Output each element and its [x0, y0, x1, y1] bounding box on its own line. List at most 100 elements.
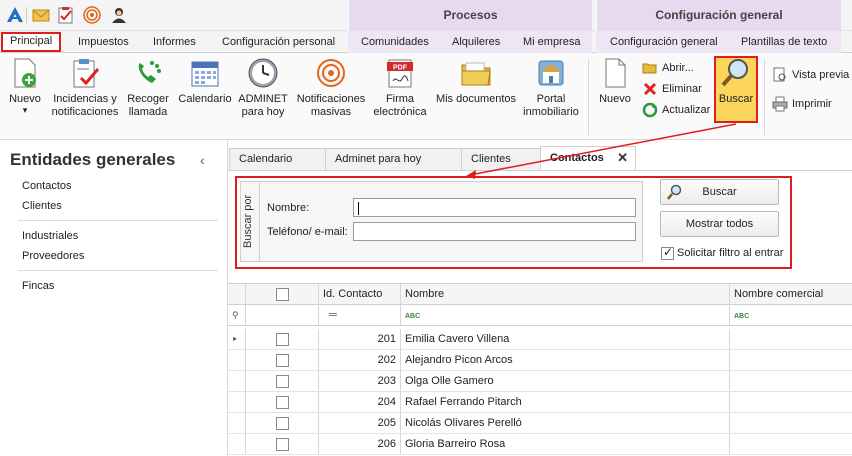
sidebar-divider — [18, 220, 218, 221]
row-checkbox[interactable] — [276, 333, 289, 346]
adminet-para-hoy-button[interactable]: ADMINET para hoy — [238, 57, 288, 119]
incidencias-button[interactable]: Incidencias y notificaciones — [50, 57, 120, 119]
tab-configuracion-personal[interactable]: Configuración personal — [222, 33, 335, 53]
cell-id: 201 — [319, 329, 401, 349]
portal-inmobiliario-button[interactable]: Portal inmobiliario — [521, 57, 581, 119]
imprimir-button[interactable]: Imprimir — [772, 95, 832, 113]
tab-impuestos[interactable]: Impuestos — [78, 33, 129, 53]
buscar-button[interactable]: Buscar — [660, 179, 779, 205]
row-checkbox[interactable] — [276, 396, 289, 409]
ribbon-separator — [588, 59, 589, 135]
tab-mi-empresa[interactable]: Mi empresa — [523, 33, 580, 53]
portal-label: Portal inmobiliario — [523, 93, 579, 118]
mis-documentos-label: Mis documentos — [435, 93, 517, 105]
sidebar: Entidades generales ‹ Contactos Clientes… — [0, 140, 228, 456]
row-select-cell — [246, 434, 319, 454]
row-checkbox[interactable] — [276, 354, 289, 367]
svg-text:PDF: PDF — [393, 65, 408, 72]
text-filter-icon: ABC — [405, 313, 421, 320]
tasks-icon[interactable] — [57, 6, 75, 24]
tab-principal[interactable]: Principal — [1, 32, 62, 52]
user-avatar-icon[interactable] — [110, 6, 128, 24]
row-indicator — [228, 350, 246, 370]
table-row[interactable]: 205 Nicolás Olivares Perelló — [228, 413, 852, 434]
tab-comunidades[interactable]: Comunidades — [361, 33, 429, 53]
solicitar-filtro-checkbox[interactable] — [661, 245, 674, 260]
delete-icon — [643, 83, 657, 96]
telefono-email-input[interactable] — [353, 222, 636, 241]
telefono-label: Teléfono/ e-mail: — [267, 226, 348, 238]
cell-nombre-comercial — [730, 392, 852, 412]
cell-nombre: Nicolás Olivares Perelló — [401, 413, 730, 433]
filter-cell-id[interactable]: ═ — [319, 305, 401, 325]
abrir-button[interactable]: Abrir... — [642, 59, 694, 77]
calendario-button[interactable]: Calendario — [177, 57, 233, 106]
column-header-nombre-comercial[interactable]: Nombre comercial — [730, 284, 852, 304]
table-row[interactable]: 203 Olga Olle Gamero — [228, 371, 852, 392]
filter-cell-nombre[interactable]: ABC — [401, 305, 730, 325]
row-indicator — [228, 434, 246, 454]
tab-informes[interactable]: Informes — [153, 33, 196, 53]
cell-nombre-comercial — [730, 329, 852, 349]
buscar-ribbon-button[interactable]: Buscar — [714, 57, 758, 106]
firma-label: Firma electrónica — [373, 93, 427, 118]
toolbar-separator — [26, 7, 27, 23]
mail-icon[interactable] — [32, 6, 50, 24]
row-indicator — [228, 392, 246, 412]
mostrar-todos-button[interactable]: Mostrar todos — [660, 211, 779, 237]
doc-tab-contactos[interactable]: Contactos ✕ — [540, 146, 636, 171]
sidebar-item-industriales[interactable]: Industriales — [22, 230, 78, 242]
vista-previa-button[interactable]: Vista previa — [772, 66, 849, 84]
select-all-checkbox[interactable] — [276, 288, 289, 301]
table-row[interactable]: ▸ 201 Emilia Cavero Villena — [228, 329, 852, 350]
quick-access-toolbar: Procesos Configuración general — [0, 0, 852, 31]
recoger-llamada-button[interactable]: Recoger llamada — [124, 57, 172, 119]
filter-cell-comercial[interactable]: ABC — [730, 305, 852, 325]
buscar-por-label: Buscar por — [242, 194, 254, 248]
sidebar-divider — [18, 270, 218, 271]
doc-tab-adminet-para-hoy[interactable]: Adminet para hoy — [325, 148, 463, 170]
magnifier-icon — [667, 184, 682, 200]
eliminar-button[interactable]: Eliminar — [642, 80, 702, 98]
collapse-chevron-icon[interactable]: ‹ — [200, 152, 205, 168]
open-folder-icon — [642, 63, 657, 74]
clipboard-check-icon — [73, 59, 100, 88]
nuevo-button[interactable]: Nuevo ▾ — [6, 57, 44, 115]
nombre-input[interactable] — [353, 198, 636, 217]
sidebar-title: Entidades generales — [10, 150, 176, 169]
cell-id: 202 — [319, 350, 401, 370]
equals-filter-icon: ═ — [329, 309, 337, 321]
row-select-cell — [246, 350, 319, 370]
close-tab-icon[interactable]: ✕ — [617, 147, 628, 169]
sidebar-item-proveedores[interactable]: Proveedores — [22, 250, 84, 262]
tab-alquileres[interactable]: Alquileres — [452, 33, 500, 53]
cell-id: 205 — [319, 413, 401, 433]
table-row[interactable]: 202 Alejandro Picon Arcos — [228, 350, 852, 371]
notificaciones-masivas-button[interactable]: Notificaciones masivas — [294, 57, 368, 119]
table-row[interactable]: 204 Rafael Ferrando Pitarch — [228, 392, 852, 413]
cell-nombre: Alejandro Picon Arcos — [401, 350, 730, 370]
tab-configuracion-general[interactable]: Configuración general — [610, 33, 718, 53]
nuevo-contacto-button[interactable]: Nuevo — [596, 57, 634, 106]
mis-documentos-button[interactable]: Mis documentos — [434, 57, 518, 106]
row-checkbox[interactable] — [276, 417, 289, 430]
actualizar-button[interactable]: Actualizar — [642, 101, 710, 119]
table-row[interactable]: 206 Gloria Barreiro Rosa — [228, 434, 852, 455]
tab-plantillas-de-texto[interactable]: Plantillas de texto — [741, 33, 827, 53]
broadcast-icon[interactable] — [83, 6, 101, 24]
phone-call-icon — [138, 61, 161, 83]
context-group-procesos: Procesos — [348, 0, 592, 31]
cell-nombre-comercial — [730, 371, 852, 391]
column-header-nombre[interactable]: Nombre — [401, 284, 730, 304]
sidebar-item-contactos[interactable]: Contactos — [22, 180, 72, 192]
sidebar-item-clientes[interactable]: Clientes — [22, 200, 62, 212]
column-header-id-contacto[interactable]: Id. Contacto — [319, 284, 401, 304]
cell-nombre: Emilia Cavero Villena — [401, 329, 730, 349]
doc-tab-clientes[interactable]: Clientes — [461, 148, 541, 170]
row-select-cell — [246, 329, 319, 349]
sidebar-item-fincas[interactable]: Fincas — [22, 280, 54, 292]
doc-tab-calendario[interactable]: Calendario — [229, 148, 326, 170]
row-checkbox[interactable] — [276, 438, 289, 451]
firma-electronica-button[interactable]: PDF Firma electrónica — [372, 57, 428, 119]
row-checkbox[interactable] — [276, 375, 289, 388]
